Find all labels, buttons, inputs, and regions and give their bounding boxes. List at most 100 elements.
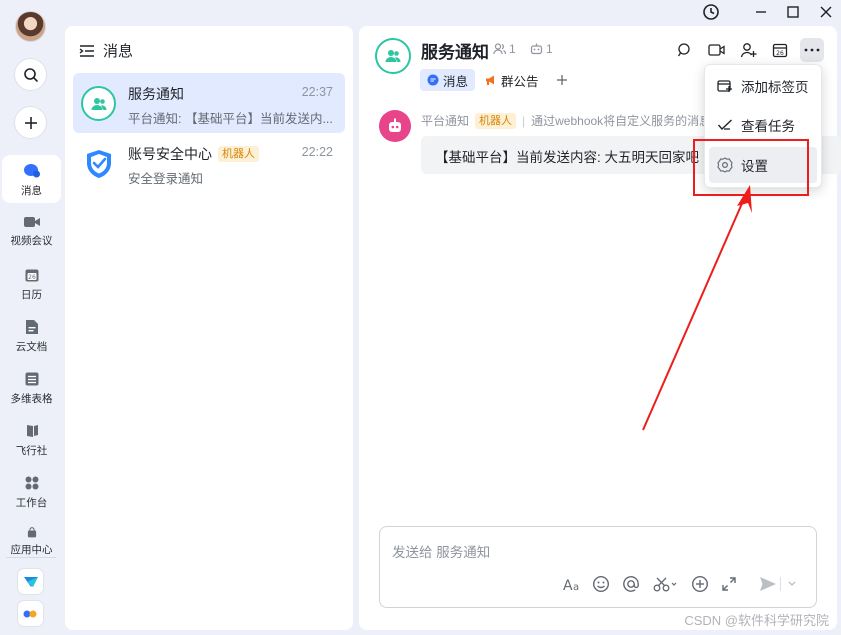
minimize-icon [756, 11, 766, 13]
watermark: CSDN @软件科学研究院 [684, 613, 829, 628]
service-notice-avatar [81, 86, 116, 121]
robot-icon [530, 43, 543, 55]
menu-item-view-tasks[interactable]: 查看任务 [709, 107, 817, 143]
tab-messages[interactable]: 消息 [420, 69, 476, 91]
conversation-title-text: 账号安全中心 [128, 146, 212, 162]
svg-text:26: 26 [28, 274, 36, 281]
chat-bubble-icon [427, 74, 439, 86]
conversation-preview: 安全登录通知 [128, 172, 204, 186]
conversation-item-account-security[interactable]: 账号安全中心 机器人 22:22 安全登录通知 [73, 133, 345, 193]
mention-button[interactable] [620, 573, 642, 595]
nav-item-docs[interactable]: 云文档 [2, 311, 61, 359]
history-icon [703, 4, 719, 20]
nav-item-app-center[interactable]: 应用中心 [2, 519, 61, 557]
send-divider [780, 577, 781, 591]
bot-count[interactable]: 1 [530, 42, 553, 56]
nav-item-video-meeting[interactable]: 视频会议 [2, 207, 61, 255]
conversation-item-service-notice[interactable]: 服务通知 22:37 平台通知: 【基础平台】当前发送内... [73, 73, 345, 133]
nav-label: 飞行社 [15, 445, 48, 457]
member-count[interactable]: 1 [493, 42, 516, 56]
calendar-icon: 26 [25, 269, 38, 282]
bot-badge: 机器人 [475, 112, 517, 129]
nav-label: 消息 [21, 185, 42, 197]
text-format-icon: Aa [563, 578, 579, 592]
emoji-icon [592, 575, 610, 593]
video-camera-icon [707, 44, 725, 56]
nav-item-workbench[interactable]: 工作台 [2, 467, 61, 515]
menu-item-add-tab[interactable]: 添加标签页 [709, 68, 817, 104]
task-check-icon [717, 119, 732, 131]
nav-label: 应用中心 [10, 544, 53, 556]
add-user-icon [740, 43, 756, 58]
tab-announcement[interactable]: 群公告 [478, 69, 546, 91]
conversation-time: 22:37 [301, 85, 333, 99]
conversation-title: 服务通知 [128, 84, 184, 104]
calendar-icon: 26 [772, 43, 788, 58]
message-source: 通过webhook将自定义服务的消息 [531, 114, 712, 128]
menu-item-label: 查看任务 [741, 119, 795, 134]
add-tab-icon [717, 80, 732, 92]
bot-count-value: 1 [546, 42, 553, 56]
pinned-app-1[interactable] [17, 568, 44, 595]
search-icon [677, 43, 690, 57]
more-tools-button[interactable] [689, 573, 711, 595]
format-text-button[interactable]: Aa [562, 573, 584, 595]
svg-text:a: a [573, 582, 579, 592]
screenshot-button[interactable] [652, 573, 680, 595]
shield-check-icon [86, 149, 111, 178]
close-icon [820, 6, 832, 18]
meta-divider: | [522, 113, 526, 128]
group-people-icon [91, 97, 107, 110]
account-security-avatar [81, 146, 116, 181]
user-avatar[interactable] [15, 11, 46, 42]
table-grid-icon [25, 372, 38, 386]
collapse-list-icon[interactable] [79, 44, 95, 58]
create-button[interactable] [14, 106, 47, 139]
nav-item-messages[interactable]: 消息 [2, 155, 61, 203]
more-dots-icon [804, 48, 820, 52]
conversation-list-panel: 消息 服务通知 22:37 平台通知: 【基础平台】当前发送内... 账号安全中… [65, 26, 353, 630]
close-button[interactable] [815, 2, 837, 22]
add-member-button[interactable] [736, 38, 760, 62]
member-count-value: 1 [509, 42, 516, 56]
add-tab-button[interactable] [549, 69, 575, 91]
nav-label: 多维表格 [10, 393, 53, 405]
maximize-icon [787, 6, 799, 18]
minimize-button[interactable] [750, 2, 772, 22]
sender-name: 平台通知 [421, 114, 470, 128]
nav-item-feixingshe[interactable]: 飞行社 [2, 415, 61, 463]
nav-item-calendar[interactable]: 26 日历 [2, 259, 61, 307]
bot-badge: 机器人 [218, 146, 259, 162]
chat-avatar[interactable] [375, 38, 411, 74]
robot-icon [389, 118, 401, 132]
tab-label: 群公告 [501, 74, 539, 89]
calendar-button[interactable]: 26 [768, 38, 792, 62]
more-options-button[interactable] [800, 38, 824, 62]
tab-label: 消息 [443, 74, 469, 89]
nav-label: 视频会议 [10, 235, 53, 247]
history-button[interactable] [700, 2, 722, 22]
rail-divider [6, 557, 56, 558]
group-people-icon [385, 50, 401, 62]
left-nav-rail: 消息 视频会议 26 日历 云文档 多维表格 飞行社 工作台 应用中心 [0, 0, 62, 635]
sender-avatar[interactable] [379, 110, 411, 142]
message-composer: Aa [379, 526, 817, 608]
video-call-button[interactable] [704, 38, 728, 62]
svg-text:26: 26 [776, 50, 784, 57]
conversation-time: 22:22 [301, 145, 333, 159]
conversation-list-header: 消息 [79, 40, 133, 61]
search-chat-button[interactable] [672, 38, 696, 62]
expand-composer-button[interactable] [718, 573, 740, 595]
svg-text:A: A [563, 578, 573, 592]
emoji-button[interactable] [590, 573, 612, 595]
search-button[interactable] [14, 58, 47, 91]
pinned-app-2[interactable] [17, 600, 44, 627]
send-options-button[interactable] [785, 573, 799, 595]
message-input[interactable] [392, 541, 792, 563]
chat-title: 服务通知 [421, 43, 489, 62]
message-meta: 平台通知 机器人 | 通过webhook将自定义服务的消息 [421, 112, 711, 129]
maximize-button[interactable] [782, 2, 804, 22]
nav-item-bitable[interactable]: 多维表格 [2, 363, 61, 411]
conversation-preview: 平台通知: 【基础平台】当前发送内... [128, 112, 333, 126]
send-button[interactable] [757, 573, 779, 595]
